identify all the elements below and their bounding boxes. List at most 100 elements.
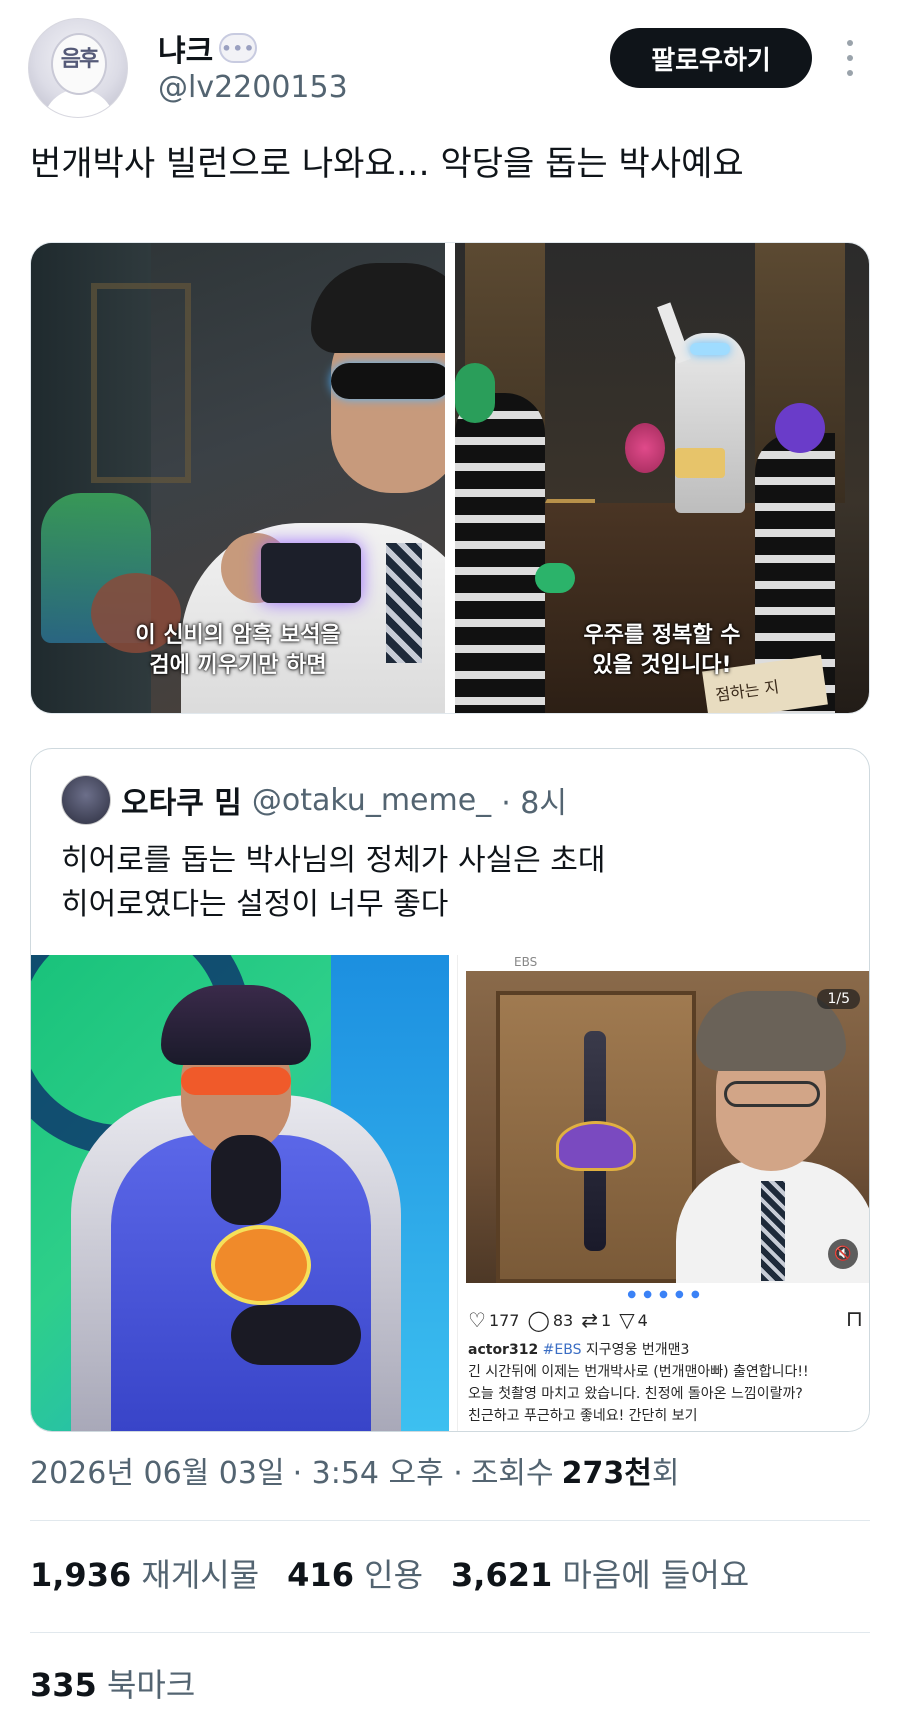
- timestamp-date[interactable]: 2026년 06월 03일: [30, 1448, 285, 1492]
- quote-image-hero[interactable]: [31, 955, 449, 1431]
- subtitle-2: 우주를 정복할 수 있을 것입니다!: [455, 621, 869, 681]
- insta-bookmark-icon[interactable]: ⊓: [846, 1307, 863, 1332]
- insta-comment-count: 83: [552, 1310, 574, 1330]
- actor-glasses: [724, 1081, 820, 1107]
- green-glove: [535, 563, 575, 593]
- tweet-timestamp: 2026년 06월 03일 · 3:54 오후 · 조회수 273천회: [30, 1448, 679, 1492]
- quote-header: 오타쿠 밈 @otaku_meme_ · 8시: [61, 775, 567, 825]
- avatar-text: 음후: [60, 47, 99, 72]
- reposts-label: 재게시물: [141, 1556, 260, 1594]
- stat-reposts[interactable]: 1,936 재게시물: [30, 1550, 259, 1596]
- send-icon: ▽: [619, 1308, 635, 1332]
- goggles: [331, 363, 445, 399]
- tweet-header: 음후 냐크 ••• @lv2200153 팔로우하기: [0, 0, 900, 120]
- quote-text-line1: 히어로를 돕는 박사님의 정체가 사실은 초대: [61, 843, 606, 878]
- doctor-eyes: [690, 343, 730, 355]
- subtitle-1: 이 신비의 암흑 보석을 검에 끼우기만 하면: [31, 621, 445, 681]
- views-label: 조회수: [470, 1456, 554, 1491]
- subtitle-1-line2: 검에 끼우기만 하면: [149, 653, 327, 678]
- author-handle[interactable]: @lv2200153: [158, 70, 348, 105]
- insta-like-count: 177: [488, 1310, 520, 1330]
- comment-icon: ◯: [527, 1308, 550, 1332]
- heart-icon: ♡: [468, 1308, 486, 1332]
- insta-account-label: EBS: [514, 955, 538, 969]
- follow-button[interactable]: 팔로우하기: [610, 28, 812, 88]
- actor-tie: [761, 1181, 785, 1281]
- reposts-count: 1,936: [30, 1556, 132, 1594]
- media-image-2[interactable]: 점하는 지 우주를 정복할 수 있을 것입니다!: [455, 243, 869, 713]
- flower-plant: [625, 423, 665, 473]
- repost-icon: ⇄: [581, 1308, 598, 1332]
- stat-quotes[interactable]: 416 인용: [287, 1550, 423, 1596]
- villain-left-hair: [455, 363, 495, 423]
- quote-author-name[interactable]: 오타쿠 밈: [121, 778, 242, 822]
- hero-arm-glove: [231, 1305, 361, 1365]
- quote-author-handle[interactable]: @otaku_meme_: [252, 783, 491, 818]
- author-avatar[interactable]: 음후: [28, 18, 128, 118]
- subtitle-2-line1: 우주를 정복할 수: [583, 623, 741, 648]
- divider-bottom: [30, 1632, 870, 1633]
- insta-photo: 1/5 🔇: [466, 971, 869, 1283]
- views-value: 273천: [561, 1456, 652, 1491]
- stat-bookmarks[interactable]: 335 북마크: [30, 1660, 195, 1706]
- quote-text: 히어로를 돕는 박사님의 정체가 사실은 초대 히어로였다는 설정이 너무 좋다: [61, 839, 841, 927]
- subtitle-1-line1: 이 신비의 암흑 보석을: [135, 623, 341, 648]
- quotes-count: 416: [287, 1556, 354, 1594]
- insta-slide-counter: 1/5: [817, 989, 860, 1009]
- tweet-text: 번개박사 빌런으로 나와요… 악당을 돕는 박사예요: [30, 144, 744, 184]
- insta-caption-line4: 친근하고 푸근하고 좋네요! 간단히 보기: [468, 1408, 698, 1424]
- quote-tweet[interactable]: 오타쿠 밈 @otaku_meme_ · 8시 히어로를 돕는 박사님의 정체가…: [30, 748, 870, 1432]
- bg-frame: [91, 283, 191, 483]
- jewel-box: [261, 543, 361, 603]
- hero-hair: [161, 985, 311, 1065]
- likes-count: 3,621: [451, 1556, 553, 1594]
- doctor-arm: [657, 302, 691, 364]
- timestamp-time[interactable]: · 3:54 오후 ·: [293, 1448, 463, 1492]
- insta-repost-count: 1: [601, 1310, 612, 1330]
- author-name-text: 냐크: [158, 34, 214, 69]
- insta-caption-line3: 오늘 첫촬영 마치고 왔습니다. 친정에 돌아온 느낌이랄까?: [468, 1386, 803, 1402]
- quote-text-line2: 히어로였다는 설정이 너무 좋다: [61, 887, 449, 922]
- insta-caption-user[interactable]: actor312: [468, 1342, 538, 1358]
- bookmarks-count: 335: [30, 1666, 97, 1704]
- likes-label: 마음에 들어요: [562, 1556, 750, 1594]
- insta-repost[interactable]: ⇄ 1: [581, 1310, 611, 1330]
- mute-icon[interactable]: 🔇: [828, 1239, 858, 1269]
- views-count: 273천회: [562, 1448, 680, 1492]
- media-grid: 이 신비의 암흑 보석을 검에 끼우기만 하면 점하는 지 우주를 정복할 수 …: [30, 242, 870, 714]
- author-display-name[interactable]: 냐크 •••: [158, 26, 258, 70]
- bookmarks-label: 북마크: [106, 1666, 196, 1704]
- insta-caption-line1: actor312 #EBS 지구영웅 번개맨3: [468, 1339, 868, 1361]
- scale: [545, 443, 595, 503]
- sign-text: 점하는 지: [714, 677, 781, 705]
- views-suffix: 회: [651, 1456, 680, 1491]
- quote-image-instagram[interactable]: EBS 1/5 🔇 ● ● ● ● ● ♡177 ◯83 ⇄1 ▽4 ⊓: [457, 955, 869, 1431]
- insta-caption-line2: 긴 시간뒤에 이제는 번개박사로 (번개맨아빠) 출연합니다!!: [468, 1364, 809, 1380]
- stat-likes[interactable]: 3,621 마음에 들어요: [451, 1550, 749, 1596]
- quote-time[interactable]: · 8시: [501, 778, 567, 822]
- doctor-hair: [311, 263, 445, 353]
- tweet-stats: 1,936 재게시물 416 인용 3,621 마음에 들어요: [30, 1550, 749, 1596]
- insta-caption: actor312 #EBS 지구영웅 번개맨3 긴 시간뒤에 이제는 번개박사로…: [468, 1339, 868, 1427]
- hero-emblem: [211, 1225, 311, 1305]
- divider-top: [30, 1520, 870, 1521]
- quote-author-avatar[interactable]: [61, 775, 111, 825]
- media-image-1[interactable]: 이 신비의 암흑 보석을 검에 끼우기만 하면: [31, 243, 445, 713]
- insta-like[interactable]: ♡ 177: [468, 1310, 519, 1330]
- hero-goggles: [181, 1067, 291, 1095]
- insta-actions: ♡ 177 ◯ 83 ⇄ 1 ▽ 4: [468, 1305, 868, 1335]
- villain-right-head: [775, 403, 825, 453]
- subtitle-2-line2: 있을 것입니다!: [592, 653, 732, 678]
- insta-carousel-dots: ● ● ● ● ●: [627, 1289, 702, 1300]
- insta-share-count: 4: [637, 1310, 648, 1330]
- insta-caption-tag[interactable]: #EBS: [543, 1342, 582, 1358]
- more-vertical-icon[interactable]: [843, 40, 857, 76]
- insta-comment[interactable]: ◯ 83: [527, 1310, 573, 1330]
- insta-caption-title: 지구영웅 번개맨3: [585, 1342, 690, 1358]
- insta-share[interactable]: ▽ 4: [619, 1310, 648, 1330]
- sword-guard: [556, 1121, 636, 1171]
- cake-stand: [675, 448, 725, 478]
- quotes-label: 인용: [364, 1556, 424, 1594]
- speech-bubble-icon: •••: [219, 33, 258, 63]
- quote-media: EBS 1/5 🔇 ● ● ● ● ● ♡177 ◯83 ⇄1 ▽4 ⊓: [31, 955, 869, 1431]
